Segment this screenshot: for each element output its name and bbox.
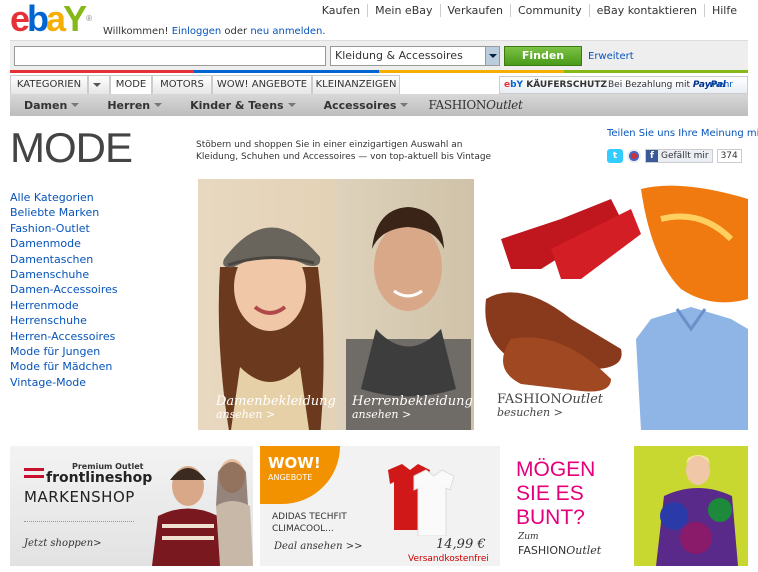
hero-men-link[interactable]: Herrenbekleidung ansehen > — [352, 395, 473, 421]
hero-women-men: Damenbekleidung ansehen > Herrenbekleidun… — [198, 179, 474, 430]
search-button[interactable]: Finden — [504, 46, 582, 66]
sidenav-beliebte-marken[interactable]: Beliebte Marken — [10, 205, 118, 220]
shirts-photo — [388, 464, 455, 536]
tab-kategorien[interactable]: KATEGORIEN — [10, 75, 88, 95]
topnav-hilfe[interactable]: Hilfe — [703, 4, 744, 17]
banner-bunt[interactable]: MÖGEN SIE ES BUNT? Zum FASHIONOutlet — [508, 446, 748, 566]
top-navigation: Kaufen Mein eBay Verkaufen Community eBa… — [315, 4, 744, 17]
sidenav-vintage-mode[interactable]: Vintage-Mode — [10, 375, 118, 390]
topnav-verkaufen[interactable]: Verkaufen — [439, 4, 510, 17]
tab-kategorien-dropdown[interactable] — [88, 75, 110, 95]
price: 14,99 € — [436, 537, 486, 552]
mehr-link[interactable]: mehr — [709, 77, 733, 93]
category-sidenav: Alle Kategorien Beliebte Marken Fashion-… — [10, 190, 118, 390]
tab-motors[interactable]: MOTORS — [152, 75, 212, 95]
welcome-text: Willkommen! Einloggen oder neu anmelden. — [103, 26, 326, 37]
sidenav-herren-accessoires[interactable]: Herren-Accessoires — [10, 329, 118, 344]
facebook-icon: f — [646, 150, 658, 162]
subnav-accessoires[interactable]: Accessoires — [310, 99, 423, 112]
like-count: 374 — [716, 149, 742, 163]
banner-frontlineshop[interactable]: Premium Outlet frontlineshop MARKENSHOP … — [10, 446, 253, 566]
search-input[interactable] — [14, 46, 326, 66]
sidenav-fashion-outlet[interactable]: Fashion-Outlet — [10, 221, 118, 236]
subnav-damen[interactable]: Damen — [10, 99, 93, 112]
subnav-fashion-outlet[interactable]: FASHIONOutlet — [428, 98, 522, 112]
tab-wow-angebote[interactable]: WOW! ANGEBOTE — [212, 75, 312, 95]
search-bar: Kleidung & Accessoires Finden Erweitert — [10, 40, 748, 70]
frontline-logo-icon — [24, 468, 44, 478]
category-tabs: KATEGORIEN MODE MOTORS WOW! ANGEBOTE KLE… — [10, 70, 748, 95]
page-title: MODE — [10, 124, 133, 171]
tab-mode[interactable]: MODE — [110, 75, 152, 95]
sidenav-herrenmode[interactable]: Herrenmode — [10, 298, 118, 313]
topnav-kaufen[interactable]: Kaufen — [315, 4, 367, 17]
subnav-herren[interactable]: Herren — [93, 99, 176, 112]
feedback-link[interactable]: Teilen Sie uns Ihre Meinung mit — [607, 128, 758, 139]
social-bar: t f Gefällt mir 374 — [607, 148, 742, 164]
sidenav-mode-jungen[interactable]: Mode für Jungen — [10, 344, 118, 359]
topnav-kontakt[interactable]: eBay kontaktieren — [588, 4, 704, 17]
register-link[interactable]: neu anmelden — [250, 26, 322, 37]
banner-wow-angebote[interactable]: WOW! ANGEBOTE ADIDAS TECHFIT CLIMACOOL..… — [260, 446, 500, 566]
sidenav-damen-accessoires[interactable]: Damen-Accessoires — [10, 282, 118, 297]
sidenav-mode-maedchen[interactable]: Mode für Mädchen — [10, 359, 118, 374]
sidenav-damentaschen[interactable]: Damentaschen — [10, 252, 118, 267]
ebay-logo[interactable]: ebaY ® — [10, 1, 100, 37]
kaeuferschutz-banner[interactable]: ebY KÄUFERSCHUTZ Bei Bezahlung mit PayPa… — [499, 76, 748, 94]
couple-photo — [152, 459, 253, 566]
chevron-down-icon — [485, 47, 499, 65]
page-intro: Stöbern und shoppen Sie in einer einziga… — [196, 140, 492, 162]
hero-women-link[interactable]: Damenbekleidung ansehen > — [216, 395, 336, 421]
sub-navigation: Damen Herren Kinder & Teens Accessoires … — [10, 94, 748, 116]
category-select[interactable]: Kleidung & Accessoires — [330, 46, 500, 66]
sidenav-damenschuhe[interactable]: Damenschuhe — [10, 267, 118, 282]
tab-kleinanzeigen[interactable]: KLEINANZEIGEN — [312, 75, 400, 95]
sidenav-herrenschuhe[interactable]: Herrenschuhe — [10, 313, 118, 328]
advanced-search-link[interactable]: Erweitert — [588, 51, 634, 62]
login-link[interactable]: Einloggen — [172, 26, 222, 37]
sidenav-damenmode[interactable]: Damenmode — [10, 236, 118, 251]
twitter-icon[interactable]: t — [607, 149, 623, 163]
sidenav-alle-kategorien[interactable]: Alle Kategorien — [10, 190, 118, 205]
hero-outlet-label: FASHIONOutlet besuchen > — [497, 392, 604, 419]
share-icon[interactable] — [627, 149, 641, 163]
model-photo — [634, 446, 748, 566]
topnav-mein-ebay[interactable]: Mein eBay — [367, 4, 439, 17]
hero-fashion-outlet[interactable]: FASHIONOutlet besuchen > — [481, 179, 748, 430]
topnav-community[interactable]: Community — [509, 4, 589, 17]
subnav-kinder-teens[interactable]: Kinder & Teens — [176, 99, 309, 112]
facebook-like-button[interactable]: f Gefällt mir — [645, 149, 713, 163]
